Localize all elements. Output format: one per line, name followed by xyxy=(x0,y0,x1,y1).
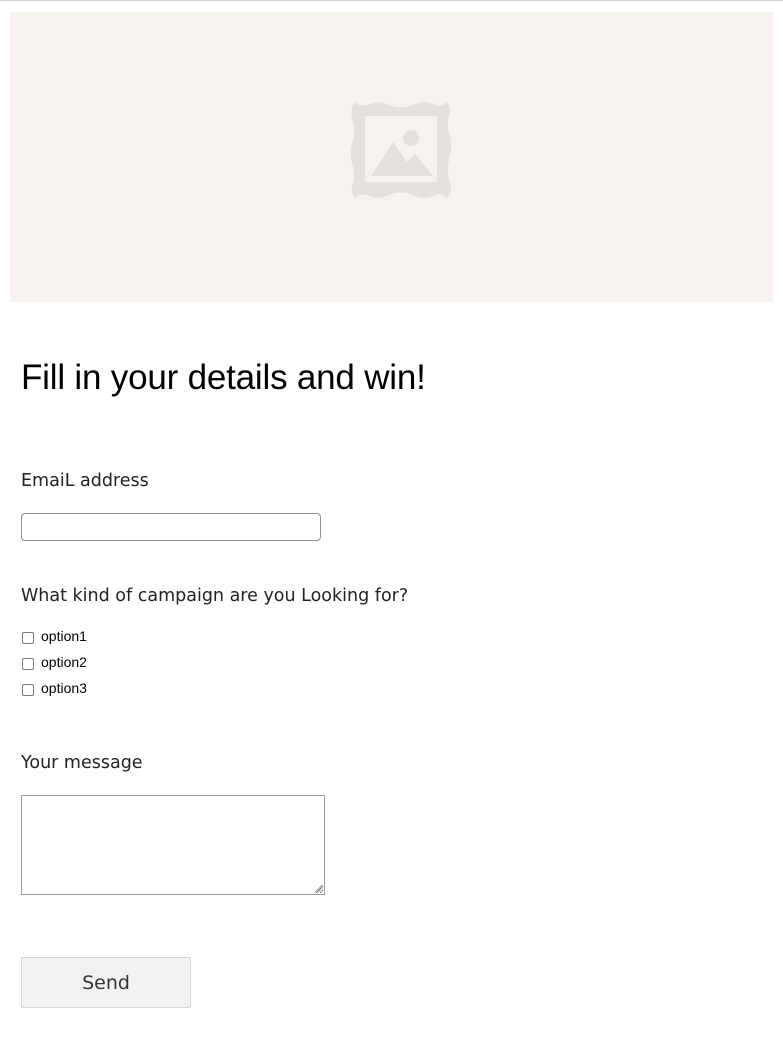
option2-label[interactable]: option2 xyxy=(41,654,87,670)
option3-label[interactable]: option3 xyxy=(41,680,87,696)
page-title: Fill in your details and win! xyxy=(21,358,426,397)
option-row-1[interactable]: option1 xyxy=(22,627,87,645)
option1-checkbox[interactable] xyxy=(22,632,34,644)
image-placeholder-icon xyxy=(350,102,452,198)
option-row-3[interactable]: option3 xyxy=(22,679,87,697)
option-row-2[interactable]: option2 xyxy=(22,653,87,671)
resize-grip-icon[interactable] xyxy=(313,883,323,893)
send-button[interactable]: Send xyxy=(21,957,191,1008)
email-label: EmaiL address xyxy=(21,471,149,491)
message-textarea[interactable] xyxy=(21,795,325,895)
option2-checkbox[interactable] xyxy=(22,658,34,670)
email-field[interactable] xyxy=(21,513,321,541)
campaign-question-label: What kind of campaign are you Looking fo… xyxy=(21,586,409,606)
hero-image-placeholder xyxy=(10,12,773,302)
option3-checkbox[interactable] xyxy=(22,684,34,696)
top-divider xyxy=(0,0,783,1)
message-label: Your message xyxy=(21,753,143,773)
option1-label[interactable]: option1 xyxy=(41,628,87,644)
